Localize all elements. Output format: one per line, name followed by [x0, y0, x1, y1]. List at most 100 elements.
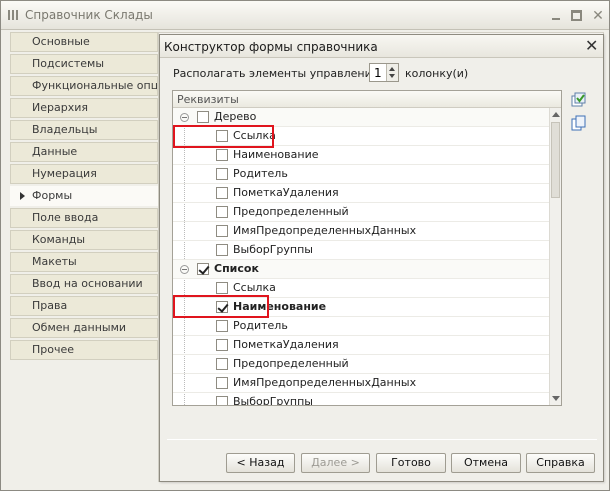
sidebar-item-label: Ввод на основании — [32, 277, 143, 290]
sidebar-item-label: Основные — [32, 35, 90, 48]
tree-item-row[interactable]: Родитель — [173, 317, 549, 336]
dialog-titlebar: Конструктор формы справочника ✕ — [160, 35, 603, 58]
dialog-title: Конструктор формы справочника — [164, 40, 378, 54]
sidebar-item-label: Иерархия — [32, 101, 88, 114]
sidebar-item[interactable]: Поле ввода — [10, 208, 158, 228]
sidebar-item[interactable]: Иерархия — [10, 98, 158, 118]
maximize-icon[interactable] — [571, 10, 582, 21]
sidebar-item-label: Макеты — [32, 255, 77, 268]
columns-unit-label: колонку(и) — [405, 67, 469, 80]
sidebar-item[interactable]: Формы — [10, 186, 158, 206]
collapse-icon[interactable] — [180, 265, 189, 274]
tree-item-row[interactable]: ПометкаУдаления — [173, 336, 549, 355]
spin-up-icon[interactable] — [389, 67, 395, 71]
item-checkbox[interactable] — [216, 377, 228, 389]
spin-down-icon[interactable] — [389, 74, 395, 78]
sidebar-nav: Основные Подсистемы Функциональные опции Ие… — [10, 32, 158, 372]
columns-spinner[interactable]: 1 — [369, 63, 399, 82]
sidebar-item[interactable]: Прочее — [10, 340, 158, 360]
item-label: Наименование — [233, 148, 319, 161]
sidebar-item-label: Поле ввода — [32, 211, 99, 224]
item-label: Ссылка — [233, 281, 276, 294]
item-label: Предопределенный — [233, 205, 349, 218]
tree-item-row[interactable]: Наименование — [173, 146, 549, 165]
sidebar-item[interactable]: Нумерация — [10, 164, 158, 184]
item-label: ИмяПредопределенныхДанных — [233, 224, 417, 237]
tree-item-row[interactable]: Родитель — [173, 165, 549, 184]
sidebar-item-label: Команды — [32, 233, 86, 246]
sidebar-item-label: Данные — [32, 145, 78, 158]
window-titlebar: Справочник Склады ✕ — [1, 1, 609, 30]
item-label: Родитель — [233, 319, 288, 332]
next-button[interactable]: Далее > — [301, 453, 370, 473]
group-checkbox[interactable] — [197, 263, 209, 275]
item-label: ВыборГруппы — [233, 243, 313, 256]
tree-item-row[interactable]: ПометкаУдаления — [173, 184, 549, 203]
sidebar-item[interactable]: Команды — [10, 230, 158, 250]
sidebar-item[interactable]: Ввод на основании — [10, 274, 158, 294]
form-constructor-dialog: Конструктор формы справочника ✕ Располаг… — [159, 34, 604, 482]
attributes-tree: Реквизиты Дерево Ссылка Наименование Родите… — [172, 90, 562, 406]
tree-item-row[interactable]: ИмяПредопределенныхДанных — [173, 222, 549, 241]
item-checkbox[interactable] — [216, 206, 228, 218]
finish-button[interactable]: Готово — [376, 453, 446, 473]
sidebar-item-label: Права — [32, 299, 68, 312]
cancel-button[interactable]: Отмена — [451, 453, 521, 473]
item-checkbox[interactable] — [216, 225, 228, 237]
sidebar-item-label: Прочее — [32, 343, 75, 356]
sidebar-item[interactable]: Владельцы — [10, 120, 158, 140]
spinner-buttons[interactable] — [386, 64, 398, 81]
sidebar-item[interactable]: Подсистемы — [10, 54, 158, 74]
item-label: ВыборГруппы — [233, 395, 313, 405]
item-checkbox[interactable] — [216, 168, 228, 180]
back-button[interactable]: < Назад — [226, 453, 295, 473]
tree-rows: Дерево Ссылка Наименование Родитель ПометкаУ… — [173, 108, 549, 405]
item-checkbox[interactable] — [216, 358, 228, 370]
item-checkbox[interactable] — [216, 149, 228, 161]
sidebar-item[interactable]: Макеты — [10, 252, 158, 272]
highlight-box-spisok — [173, 295, 269, 318]
item-label: ПометкаУдаления — [233, 338, 339, 351]
tree-scrollbar[interactable] — [549, 108, 561, 405]
tree-item-row[interactable]: Предопределенный — [173, 355, 549, 374]
group-checkbox[interactable] — [197, 111, 209, 123]
item-checkbox[interactable] — [216, 187, 228, 199]
sidebar-item[interactable]: Данные — [10, 142, 158, 162]
columns-value[interactable]: 1 — [374, 66, 382, 80]
columns-label: Располагать элементы управления в — [173, 67, 389, 80]
sidebar-item[interactable]: Функциональные опции — [10, 76, 158, 96]
item-checkbox[interactable] — [216, 282, 228, 294]
item-checkbox[interactable] — [216, 320, 228, 332]
sidebar-item[interactable]: Обмен данными — [10, 318, 158, 338]
close-window-icon[interactable]: ✕ — [591, 9, 605, 23]
collapse-icon[interactable] — [180, 113, 189, 122]
item-checkbox[interactable] — [216, 339, 228, 351]
item-checkbox[interactable] — [216, 244, 228, 256]
item-checkbox[interactable] — [216, 396, 228, 405]
scroll-down-icon[interactable] — [552, 396, 560, 401]
help-button[interactable]: Справка — [526, 453, 595, 473]
item-label: ПометкаУдаления — [233, 186, 339, 199]
check-all-icon[interactable] — [571, 92, 587, 108]
tree-item-row[interactable]: ИмяПредопределенныхДанных — [173, 374, 549, 393]
sidebar-item[interactable]: Основные — [10, 32, 158, 52]
minimize-icon[interactable] — [549, 9, 563, 23]
sidebar-item[interactable]: Права — [10, 296, 158, 316]
window-title: Справочник Склады — [25, 8, 153, 22]
tree-item-row[interactable]: ВыборГруппы — [173, 393, 549, 405]
sidebar-item-label: Подсистемы — [32, 57, 105, 70]
sidebar-item-label: Нумерация — [32, 167, 97, 180]
tree-item-row[interactable]: ВыборГруппы — [173, 241, 549, 260]
tree-item-row[interactable]: Предопределенный — [173, 203, 549, 222]
tree-group-row[interactable]: Список — [173, 260, 549, 279]
item-label: ИмяПредопределенныхДанных — [233, 376, 417, 389]
sidebar-item-label: Функциональные опции — [32, 79, 158, 92]
sidebar-item-label: Обмен данными — [32, 321, 127, 334]
item-label: Предопределенный — [233, 357, 349, 370]
dialog-close-icon[interactable]: ✕ — [585, 37, 598, 55]
scroll-thumb[interactable] — [551, 122, 560, 198]
copy-icon[interactable] — [571, 115, 587, 131]
group-label: Список — [214, 262, 259, 275]
sidebar-item-label: Владельцы — [32, 123, 98, 136]
scroll-up-icon[interactable] — [552, 112, 560, 117]
